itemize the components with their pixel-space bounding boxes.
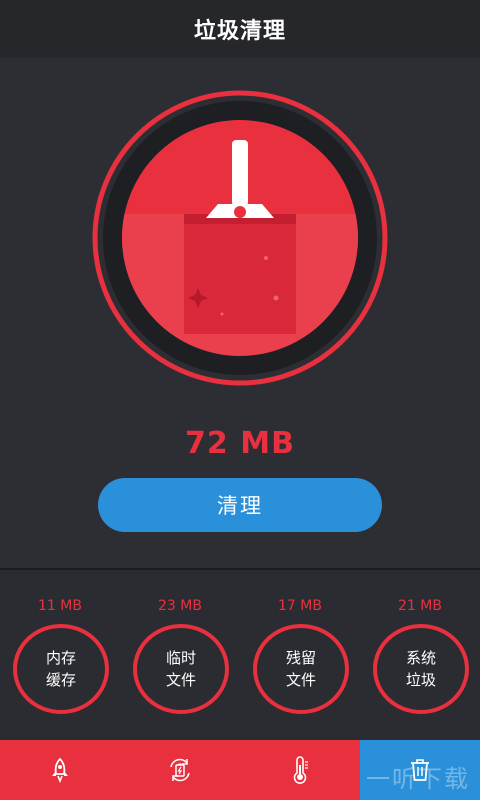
category-size: 23 MB bbox=[158, 598, 202, 614]
page-title: 垃圾清理 bbox=[193, 19, 286, 44]
category-button-residual-files[interactable]: 残留 文件 bbox=[253, 624, 349, 714]
broom-bristles bbox=[184, 214, 296, 334]
category-button-temp-files[interactable]: 临时 文件 bbox=[133, 624, 229, 714]
category-system-junk: 21 MB 系统 垃圾 bbox=[360, 570, 480, 740]
tab-boost[interactable] bbox=[0, 740, 120, 800]
category-button-memory-cache[interactable]: 内存 缓存 bbox=[13, 624, 109, 714]
tab-battery[interactable] bbox=[120, 740, 240, 800]
junk-categories: 11 MB 内存 缓存 23 MB 临时 文件 17 MB 残留 文件 21 M… bbox=[0, 570, 480, 740]
category-label-line2: 文件 bbox=[285, 671, 316, 689]
category-size: 21 MB bbox=[398, 598, 442, 614]
category-label-line2: 缓存 bbox=[45, 671, 76, 689]
watermark: 一听下载 bbox=[366, 765, 470, 793]
clean-button[interactable]: 清理 bbox=[98, 478, 382, 532]
battery-recycle-icon bbox=[170, 758, 190, 782]
category-label-line2: 文件 bbox=[165, 671, 196, 689]
broom-illustration bbox=[92, 90, 388, 386]
category-label-line1: 残留 bbox=[285, 649, 316, 667]
category-label-line2: 垃圾 bbox=[405, 671, 436, 689]
category-residual-files: 17 MB 残留 文件 bbox=[240, 570, 360, 740]
category-memory-cache: 11 MB 内存 缓存 bbox=[0, 570, 120, 740]
main-panel: 72 MB 清理 bbox=[0, 58, 480, 568]
category-label-line1: 临时 bbox=[165, 649, 196, 667]
category-size: 17 MB bbox=[278, 598, 322, 614]
category-button-system-junk[interactable]: 系统 垃圾 bbox=[373, 624, 469, 714]
category-size: 11 MB bbox=[38, 598, 82, 614]
bottom-tab-bar: 一听下载 bbox=[0, 740, 480, 800]
app-header: 垃圾清理 bbox=[0, 0, 480, 58]
category-temp-files: 23 MB 临时 文件 bbox=[120, 570, 240, 740]
thermometer-icon bbox=[293, 756, 308, 784]
category-label-line1: 内存 bbox=[45, 649, 76, 667]
category-label-line1: 系统 bbox=[405, 649, 436, 667]
tab-cooling[interactable] bbox=[240, 740, 360, 800]
rocket-icon bbox=[52, 757, 68, 783]
junk-size-label: 72 MB bbox=[185, 426, 295, 461]
broom-handle bbox=[232, 140, 248, 206]
